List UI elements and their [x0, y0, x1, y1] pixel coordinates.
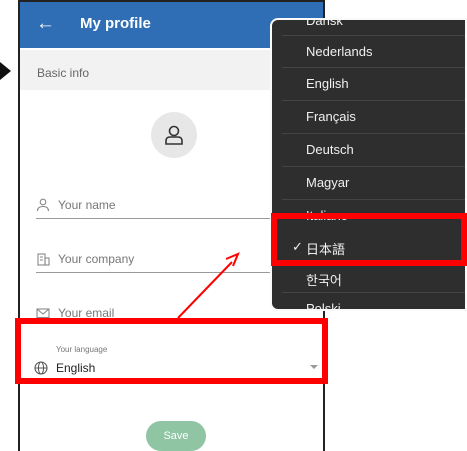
dropdown-item[interactable]: English	[272, 68, 465, 100]
dropdown-item[interactable]: Magyar	[272, 167, 465, 199]
dropdown-item[interactable]: Français	[272, 101, 465, 133]
language-dropdown-menu: Dansk Nederlands English Français Deutsc…	[270, 18, 467, 311]
dropdown-item[interactable]: Deutsch	[272, 134, 465, 166]
dropdown-item[interactable]: Nederlands	[272, 36, 465, 68]
dropdown-item[interactable]: 한국어	[272, 262, 465, 294]
japanese-highlight-box	[271, 213, 467, 266]
dropdown-item[interactable]: Polski	[272, 293, 465, 309]
